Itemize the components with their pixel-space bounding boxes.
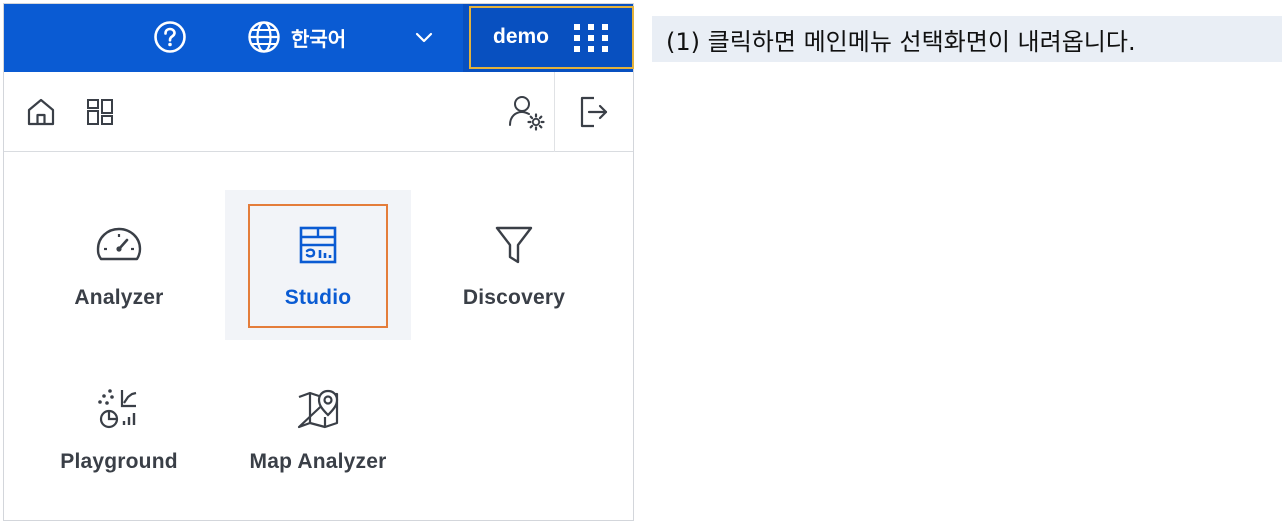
globe-icon — [247, 20, 281, 54]
home-icon[interactable] — [24, 94, 58, 130]
user-settings-icon[interactable] — [506, 92, 548, 132]
menu-item-playground[interactable]: Playground — [26, 354, 212, 504]
help-icon[interactable] — [152, 19, 188, 55]
main-menu-panel: 한국어 demo Analyzer Studio Discovery Playg… — [3, 3, 634, 521]
secondary-toolbar — [4, 72, 633, 152]
apps-grid-icon — [574, 24, 608, 52]
speedometer-icon — [96, 222, 142, 268]
map-pin-icon — [295, 386, 341, 432]
toolbar-divider — [554, 72, 555, 152]
language-label: 한국어 — [291, 26, 347, 51]
menu-item-label: Analyzer — [74, 286, 164, 309]
menu-item-map-analyzer[interactable]: Map Analyzer — [225, 354, 411, 504]
top-navigation-bar: 한국어 demo — [4, 4, 634, 72]
menu-item-label: Map Analyzer — [249, 450, 387, 473]
main-menu-toggle-button[interactable]: demo — [469, 6, 634, 69]
dashboard-icon[interactable] — [83, 94, 117, 130]
logout-icon[interactable] — [576, 92, 612, 132]
menu-item-label: Playground — [60, 450, 178, 473]
user-name: demo — [493, 25, 550, 48]
selection-highlight — [248, 204, 388, 328]
menu-item-discovery[interactable]: Discovery — [421, 190, 607, 340]
language-selector[interactable]: 한국어 — [247, 16, 346, 58]
menu-item-label: Discovery — [462, 286, 566, 309]
filter-icon — [491, 222, 537, 268]
playground-chart-icon — [96, 386, 142, 432]
menu-item-analyzer[interactable]: Analyzer — [26, 190, 212, 340]
chevron-down-icon[interactable] — [413, 26, 435, 48]
instruction-caption: (1) 클릭하면 메인메뉴 선택화면이 내려옵니다. — [652, 16, 1282, 62]
